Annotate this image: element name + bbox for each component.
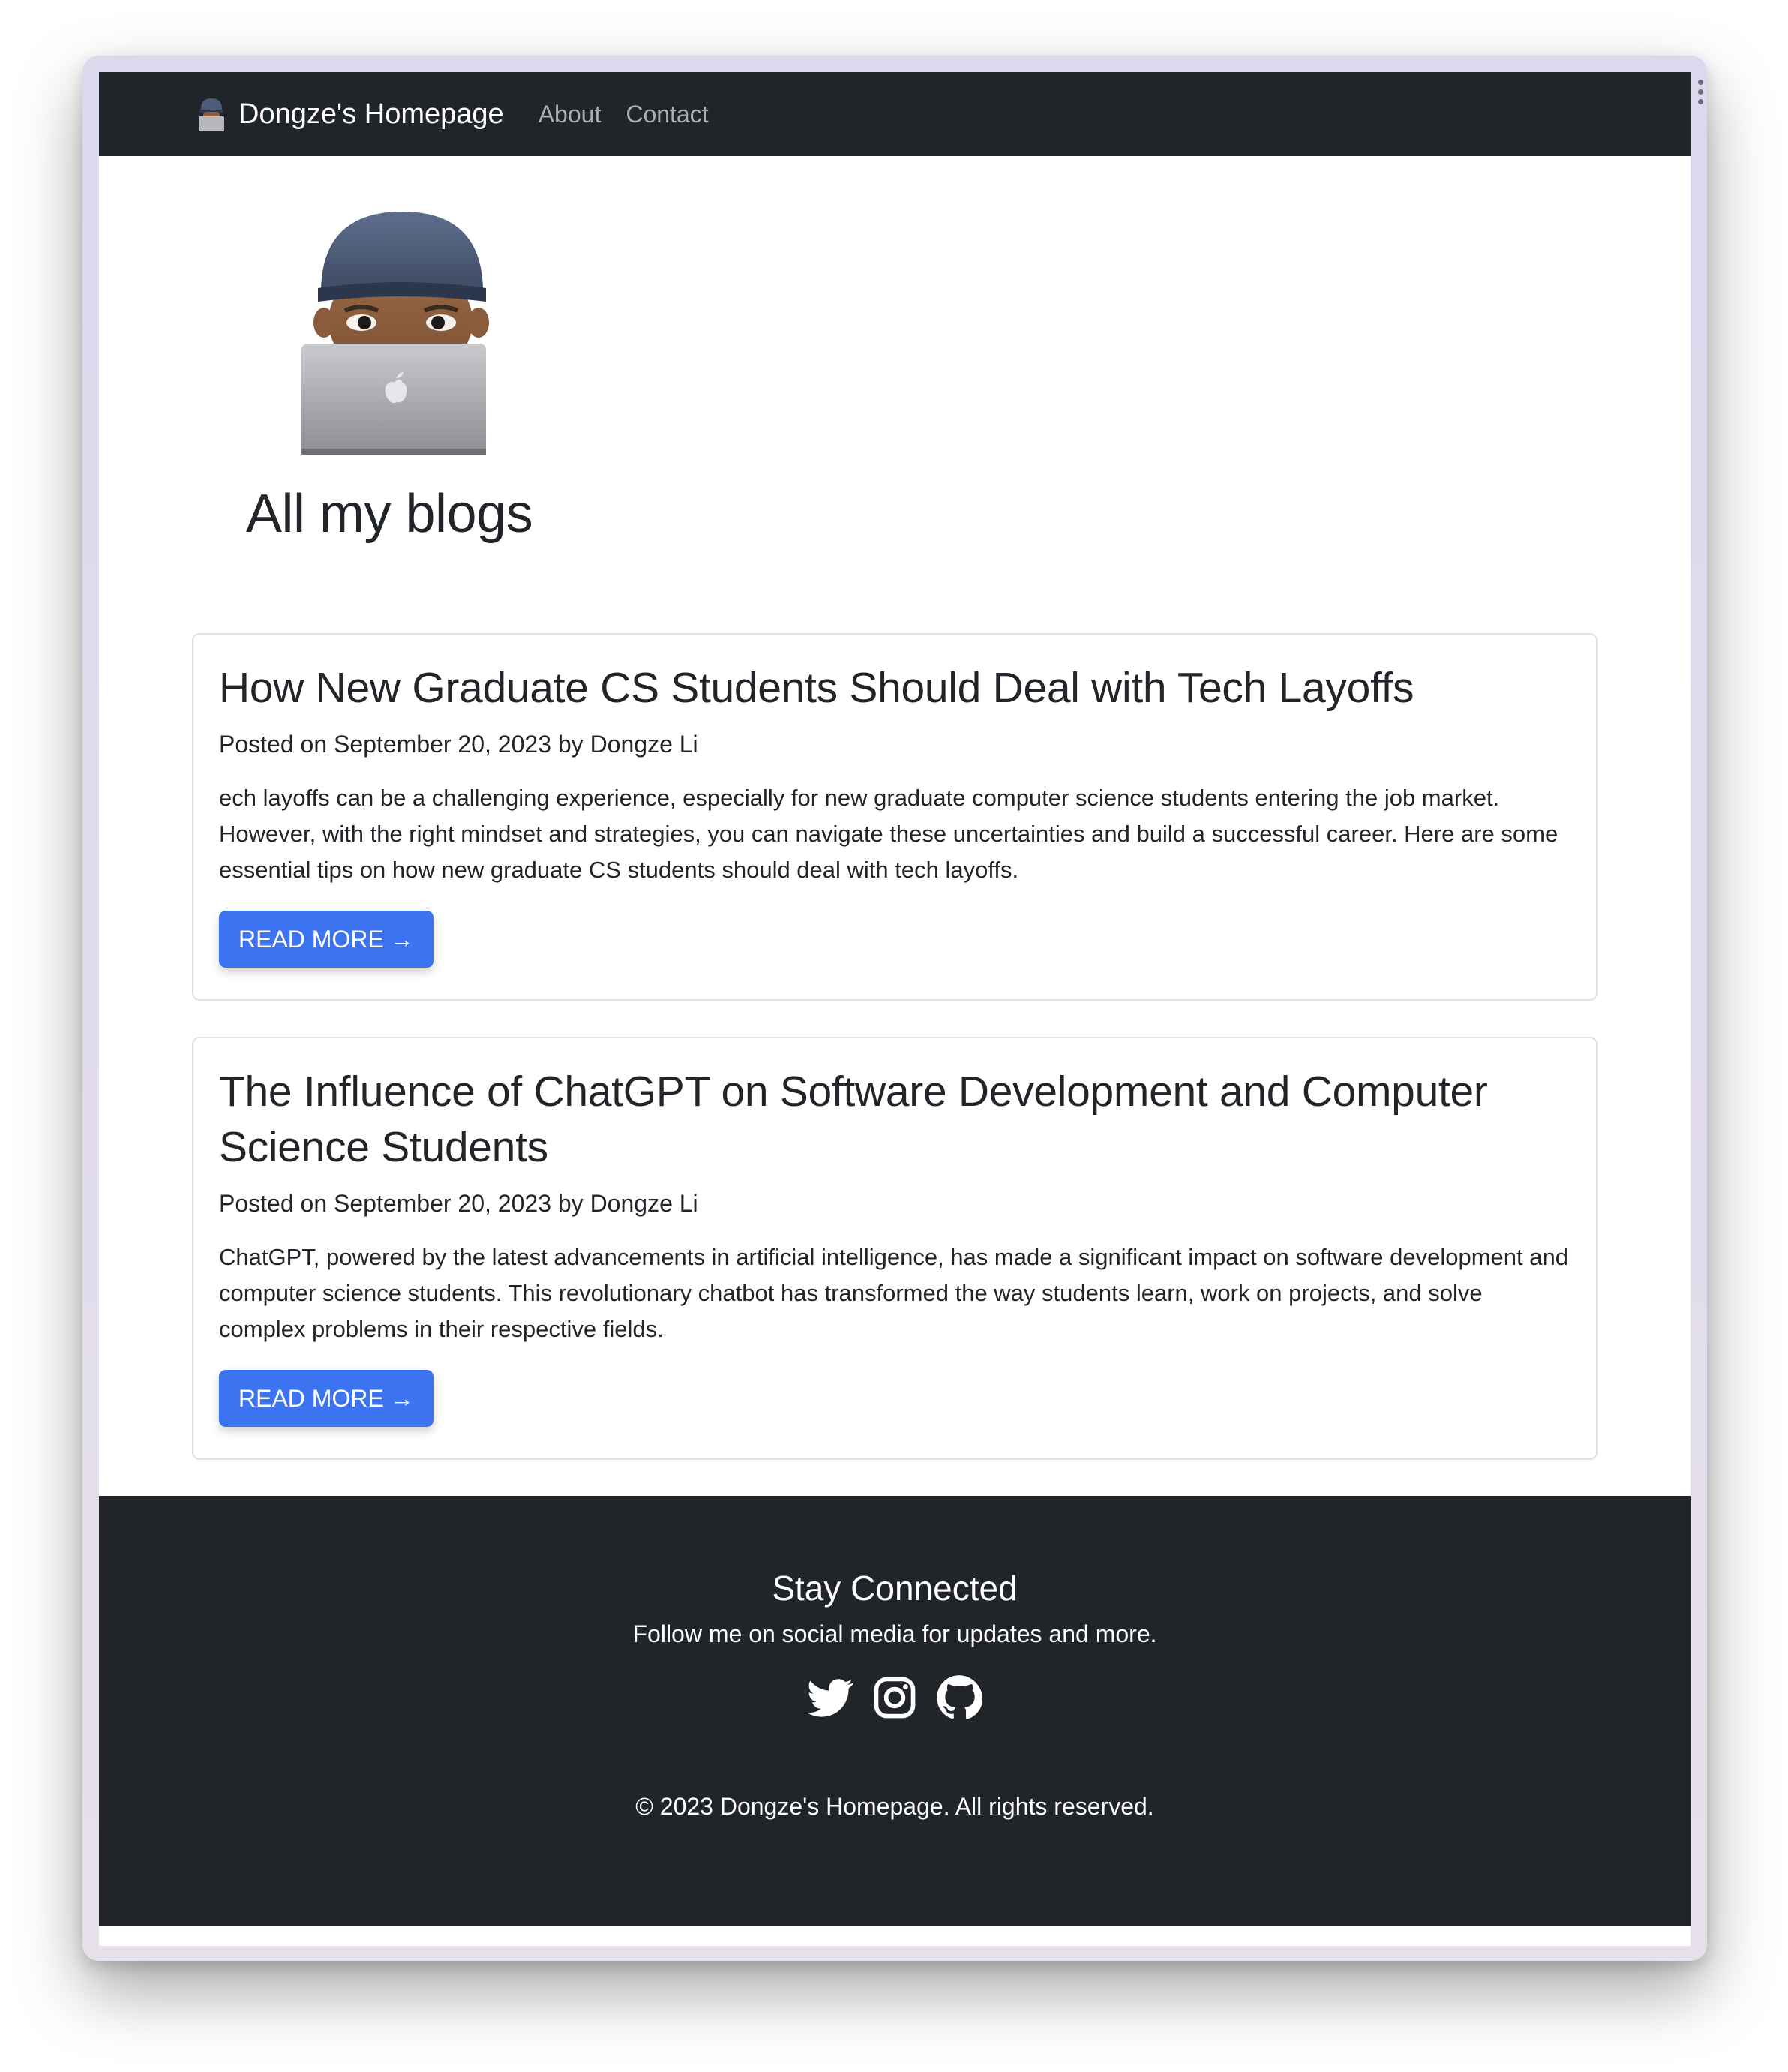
memoji-laptop-avatar-icon <box>302 212 489 455</box>
arrow-right-icon: → <box>389 925 414 953</box>
twitter-icon[interactable] <box>807 1674 854 1721</box>
read-more-label: READ MORE <box>238 925 384 953</box>
instagram-icon[interactable] <box>872 1674 918 1721</box>
browser-window: Dongze's Homepage About Contact All my b… <box>82 56 1707 1961</box>
navbar: Dongze's Homepage About Contact <box>99 72 1690 156</box>
nav-link-about[interactable]: About <box>538 101 602 128</box>
nav-link-contact[interactable]: Contact <box>626 101 708 128</box>
nav-links: About Contact <box>538 101 709 128</box>
post-excerpt: ChatGPT, powered by the latest advanceme… <box>219 1244 1568 1342</box>
footer: Stay Connected Follow me on social media… <box>99 1496 1690 1926</box>
arrow-right-icon: → <box>389 1384 414 1412</box>
navbar-brand[interactable]: Dongze's Homepage <box>196 95 504 133</box>
post-title[interactable]: How New Graduate CS Students Should Deal… <box>219 660 1570 716</box>
read-more-button[interactable]: READ MORE → <box>219 1370 434 1427</box>
post-meta: Posted on September 20, 2023 by Dongze L… <box>219 731 698 758</box>
github-icon[interactable] <box>936 1674 982 1721</box>
footer-subheading: Follow me on social media for updates an… <box>632 1620 1157 1647</box>
social-links <box>99 1674 1690 1721</box>
window-menu-dots-icon[interactable] <box>1695 80 1706 104</box>
read-more-label: READ MORE <box>238 1384 384 1412</box>
blog-post-card: The Influence of ChatGPT on Software Dev… <box>192 1037 1598 1460</box>
post-title[interactable]: The Influence of ChatGPT on Software Dev… <box>219 1064 1570 1175</box>
read-more-button[interactable]: READ MORE → <box>219 911 434 968</box>
blog-post-card: How New Graduate CS Students Should Deal… <box>192 633 1598 1001</box>
brand-name: Dongze's Homepage <box>238 98 504 130</box>
copyright-text: © 2023 Dongze's Homepage. All rights res… <box>635 1793 1154 1820</box>
person-with-laptop-icon <box>199 98 224 131</box>
page-viewport: Dongze's Homepage About Contact All my b… <box>99 72 1690 1946</box>
post-excerpt: ech layoffs can be a challenging experie… <box>219 785 1558 883</box>
page-title: All my blogs <box>246 484 533 544</box>
footer-heading: Stay Connected <box>772 1569 1018 1608</box>
post-meta: Posted on September 20, 2023 by Dongze L… <box>219 1190 698 1217</box>
